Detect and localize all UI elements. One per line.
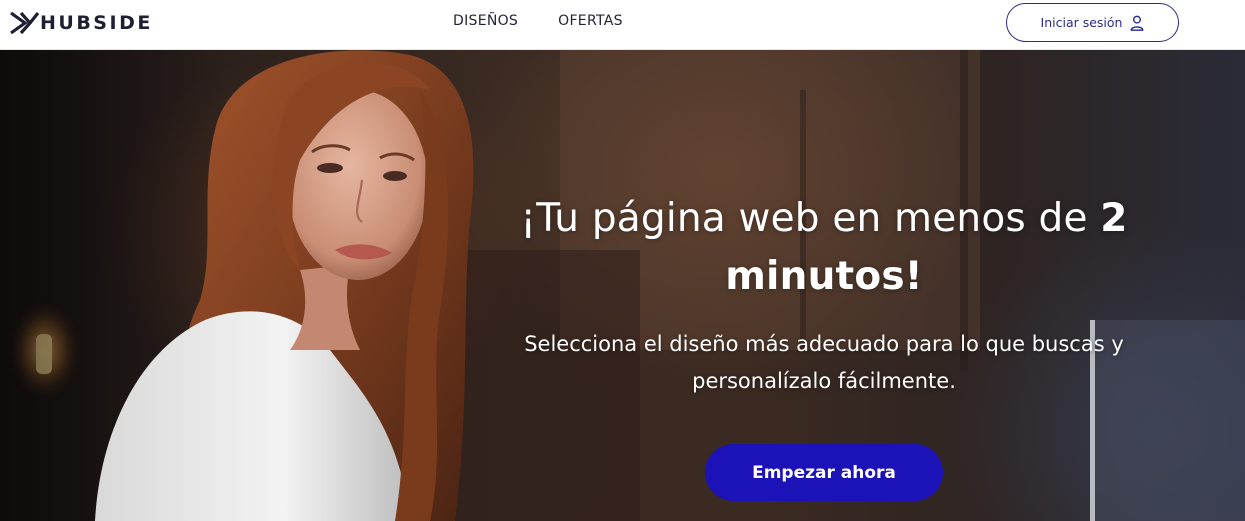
- hero-title-regular: ¡Tu página web en menos de: [520, 196, 1101, 241]
- site-header: HUBSIDE DISEÑOS OFERTAS Iniciar sesión: [0, 0, 1245, 50]
- user-icon: [1130, 15, 1144, 31]
- hero-subtitle-line2: personalízalo fácilmente.: [692, 369, 956, 393]
- hero-content: ¡Tu página web en menos de 2 minutos! Se…: [474, 190, 1174, 400]
- login-button[interactable]: Iniciar sesión: [1006, 3, 1179, 42]
- main-nav: DISEÑOS OFERTAS: [453, 13, 623, 29]
- hero-subtitle: Selecciona el diseño más adecuado para l…: [474, 326, 1174, 400]
- login-label: Iniciar sesión: [1040, 15, 1123, 30]
- hubside-x-logo-icon: [10, 11, 40, 35]
- hero-title: ¡Tu página web en menos de 2 minutos!: [474, 190, 1174, 306]
- nav-link-ofertas[interactable]: OFERTAS: [558, 13, 623, 29]
- hero-subtitle-line1: Selecciona el diseño más adecuado para l…: [524, 332, 1124, 356]
- nav-link-disenos[interactable]: DISEÑOS: [453, 13, 518, 29]
- start-now-button[interactable]: Empezar ahora: [705, 444, 943, 501]
- hubside-logo[interactable]: HUBSIDE: [8, 8, 153, 38]
- hero-section: ¡Tu página web en menos de 2 minutos! Se…: [0, 50, 1245, 521]
- brand-name: HUBSIDE: [40, 12, 153, 34]
